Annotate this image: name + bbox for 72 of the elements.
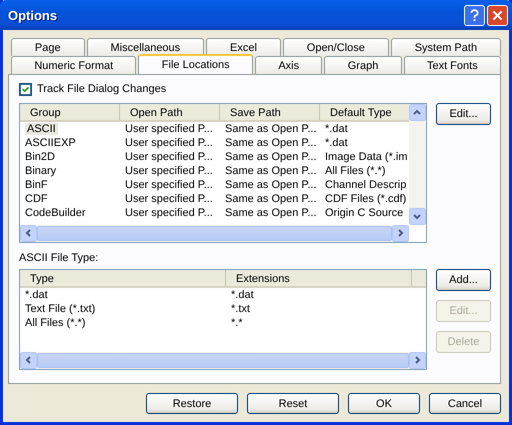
scroll-up-icon[interactable] <box>409 104 426 121</box>
table-cell: User specified P... <box>125 165 213 177</box>
tab[interactable]: Numeric Format <box>11 56 136 74</box>
horizontal-scrollbar[interactable] <box>20 225 409 242</box>
cancel-button[interactable]: Cancel <box>429 393 501 414</box>
column-header[interactable]: Save Path <box>220 104 320 120</box>
window-title: Options <box>8 8 58 22</box>
edit-button[interactable]: Edit... <box>436 103 491 125</box>
list-item[interactable]: Bin2D <box>25 151 55 163</box>
table-cell: *.dat <box>325 137 348 149</box>
table-cell: *.dat <box>25 289 48 301</box>
scroll-down-icon[interactable] <box>409 208 426 225</box>
table-cell: User specified P... <box>125 207 213 219</box>
table-cell: *.dat <box>231 289 254 301</box>
tab[interactable]: File Locations <box>138 54 253 74</box>
horizontal-scrollbar[interactable] <box>20 352 426 369</box>
vertical-scrollbar[interactable] <box>409 104 426 225</box>
table-cell: User specified P... <box>125 123 213 135</box>
table-cell: Channel Descrip <box>325 179 406 191</box>
table-cell: Same as Open P... <box>225 165 317 177</box>
table-cell: CDF Files (*.cdf) <box>325 193 406 205</box>
table-cell: Image Data (*.im <box>325 151 408 163</box>
tab[interactable]: Excel <box>206 38 281 56</box>
help-icon[interactable] <box>464 4 485 26</box>
table-cell: All Files (*.*) <box>325 165 386 177</box>
ok-button[interactable]: OK <box>348 393 420 414</box>
table-cell: Same as Open P... <box>225 193 317 205</box>
list-item[interactable]: CodeBuilder <box>25 207 86 219</box>
table-cell: User specified P... <box>125 179 213 191</box>
scroll-left-icon[interactable] <box>20 225 37 242</box>
table-cell: Same as Open P... <box>225 207 317 219</box>
column-header[interactable]: Type <box>20 270 226 286</box>
column-header[interactable]: Extensions <box>226 270 412 286</box>
tab[interactable]: System Path <box>390 38 501 56</box>
checkbox-label: Track File Dialog Changes <box>37 83 166 95</box>
table-cell: User specified P... <box>125 151 213 163</box>
table-cell: Same as Open P... <box>225 137 317 149</box>
scroll-right-icon[interactable] <box>392 225 409 242</box>
tab[interactable]: Miscellaneous <box>86 38 204 56</box>
table-cell: Text File (*.txt) <box>25 303 96 315</box>
column-header[interactable]: Group <box>20 104 120 120</box>
group-list[interactable] <box>19 103 427 243</box>
list-item[interactable]: CDF <box>25 193 48 205</box>
table-cell: *.txt <box>231 303 250 315</box>
list-item[interactable]: Binary <box>25 165 56 177</box>
close-icon[interactable] <box>487 4 508 26</box>
table-cell: User specified P... <box>125 193 213 205</box>
table-cell: *.dat <box>325 123 348 135</box>
table-cell: User specified P... <box>125 137 213 149</box>
scroll-left-icon[interactable] <box>20 352 37 369</box>
table-cell: Origin C Source <box>325 207 404 219</box>
table-cell: Same as Open P... <box>225 123 317 135</box>
tab[interactable]: Axis <box>255 56 322 74</box>
list-item[interactable]: BinF <box>25 179 48 191</box>
add-button[interactable]: Add... <box>436 269 491 291</box>
tab[interactable]: Graph <box>324 56 402 74</box>
section-label: ASCII File Type: <box>19 252 100 266</box>
list-item[interactable]: ASCII <box>25 123 58 135</box>
table-cell: All Files (*.*) <box>25 317 86 329</box>
tab[interactable]: Text Fonts <box>404 56 502 74</box>
table-cell: *.* <box>231 317 243 329</box>
scroll-right-icon[interactable] <box>409 352 426 369</box>
reset-button[interactable]: Reset <box>247 393 339 414</box>
restore-button[interactable]: Restore <box>146 393 238 414</box>
list-item[interactable]: ASCIIEXP <box>25 137 76 149</box>
table-cell: Same as Open P... <box>225 151 317 163</box>
tab[interactable]: Open/Close <box>282 38 389 56</box>
file-type-list[interactable]: Type Extensions *.dat *.dat Text File (*.txt) *.txt All Files (*.*) *.* <box>19 269 427 370</box>
checkbox[interactable] <box>19 82 32 96</box>
table-cell: Same as Open P... <box>225 179 317 191</box>
column-header[interactable]: Open Path <box>120 104 220 120</box>
tab[interactable]: Page <box>11 38 85 56</box>
